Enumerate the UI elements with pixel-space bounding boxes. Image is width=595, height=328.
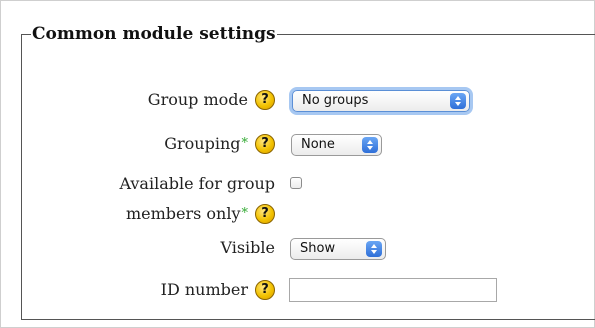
help-question-icon[interactable]: ? <box>255 204 275 224</box>
visible-label: Visible <box>220 238 275 257</box>
available-for-group-members-checkbox[interactable] <box>290 177 302 189</box>
group-mode-value: No groups <box>302 93 369 108</box>
fieldset-legend: Common module settings <box>32 24 276 44</box>
updown-arrows-icon <box>450 93 466 109</box>
available-for-group-label-line2: members only <box>125 204 241 223</box>
visible-value: Show <box>300 241 336 256</box>
help-question-icon[interactable]: ? <box>255 90 275 110</box>
help-question-icon[interactable]: ? <box>255 280 275 300</box>
available-for-group-label-row: Available for group members only * ? <box>75 169 275 229</box>
group-mode-label-row: Group mode ? <box>148 89 275 111</box>
grouping-label-row: Grouping * ? <box>164 133 275 155</box>
group-mode-select[interactable]: No groups <box>292 90 470 112</box>
grouping-label: Grouping <box>164 134 241 153</box>
id-number-label: ID number <box>160 280 248 299</box>
grouping-select[interactable]: None <box>291 134 382 156</box>
visible-select[interactable]: Show <box>290 238 386 260</box>
visible-label-row: Visible <box>220 237 275 259</box>
id-number-label-row: ID number ? <box>161 279 275 301</box>
help-question-icon[interactable]: ? <box>255 134 275 154</box>
available-for-group-label-line1: Available for group <box>119 174 275 193</box>
updown-arrows-icon <box>362 137 378 153</box>
grouping-value: None <box>301 137 335 152</box>
group-mode-label: Group mode <box>147 90 248 109</box>
id-number-input[interactable] <box>289 278 497 302</box>
updown-arrows-icon <box>366 241 382 257</box>
